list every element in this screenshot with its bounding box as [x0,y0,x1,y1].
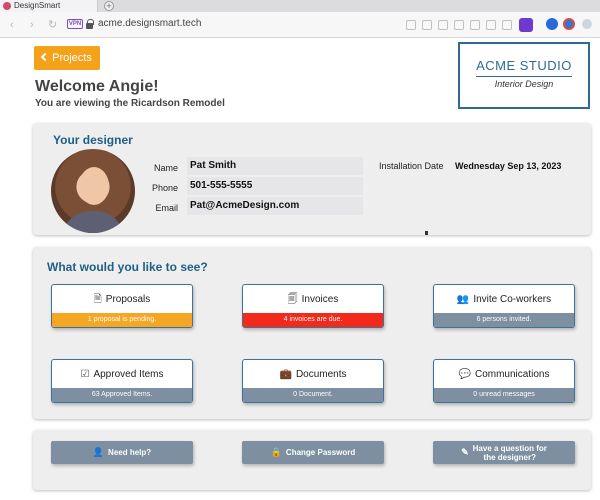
invoices-tile[interactable]: 🗐 Invoices 4 invoices are due. [242,284,384,328]
download-icon[interactable] [486,20,496,30]
welcome-heading: Welcome Angie! [35,78,159,95]
need-help-label: Need help? [108,448,152,457]
mouse-cursor [425,231,428,235]
back-icon[interactable]: ‹ [10,18,14,32]
invoice-icon: 🗐 [287,294,298,305]
company-logo: ACME STUDIO Interior Design [458,42,590,109]
tile-label: Communications [474,369,550,380]
phone-label: Phone [151,183,178,193]
extension-red-icon[interactable] [563,18,575,30]
reload-icon[interactable]: ↻ [48,18,57,32]
tile-label: Invoices [301,294,339,305]
browser-tab-bar: DesignSmart + [0,0,600,12]
extension-blue-icon[interactable] [546,18,558,30]
users-icon: 👥 [456,294,470,305]
extension-grid-icon[interactable] [582,19,592,29]
question-designer-button[interactable]: ✎ Have a question for the designer? [433,441,575,464]
communications-tile[interactable]: 💬 Communications 0 unread messages [433,359,575,403]
designer-email[interactable]: Pat@AcmeDesign.com [187,197,363,215]
logo-sub-text: Interior Design [494,79,554,89]
approved-items-status: 63 Approved Items. [52,388,192,402]
tile-label: Invite Co-workers [473,294,552,305]
browser-tab[interactable]: DesignSmart [0,0,98,12]
heart-icon[interactable] [470,20,480,30]
help-card: 👤 Need help? 🔒 Change Password ✎ Have a qu… [33,430,591,490]
tile-label: Approved Items [93,369,164,380]
documents-status: 0 Document. [243,388,383,402]
play-icon[interactable] [454,20,464,30]
user-help-icon: 👤 [92,447,105,457]
options-title: What would you like to see? [47,260,208,274]
chevron-left-icon [40,52,50,62]
lock-icon: 🔒 [270,447,282,457]
approved-items-tile[interactable]: ☑ Approved Items 63 Approved Items. [51,359,193,403]
lock-icon[interactable] [86,19,94,29]
chat-icon: 💬 [458,369,471,380]
designer-phone: 501-555-5555 [187,177,363,195]
project-subtitle: You are viewing the Ricardson Remodel [35,98,225,109]
camera-icon[interactable] [422,20,432,30]
documents-tile[interactable]: 💼 Documents 0 Document. [242,359,384,403]
proposals-status: 1 proposal is pending. [52,313,192,327]
question-line-1: Have a question for [472,443,547,453]
invite-coworkers-status: 6 persons invited. [434,313,574,327]
invoices-status: 4 invoices are due. [243,313,383,327]
new-tab-button[interactable]: + [104,1,114,11]
logo-main-text: ACME STUDIO [476,58,572,73]
document-icon: 🗎 [93,294,102,305]
options-card: What would you like to see? 🗎 Proposals 1… [33,247,591,419]
avatar-face [79,167,109,205]
checklist-icon: ☑ [80,369,90,380]
proposals-tile[interactable]: 🗎 Proposals 1 proposal is pending. [51,284,193,328]
url-field[interactable]: acme.designsmart.tech [98,18,201,29]
extension-purple-icon[interactable] [519,18,533,32]
share-icon[interactable] [406,20,416,30]
installation-date-label: Installation Date [379,161,444,171]
forward-icon[interactable]: › [30,18,34,32]
settings-icon[interactable] [502,20,512,30]
vpn-badge[interactable]: VPN [67,19,83,29]
tab-title: DesignSmart [14,1,61,10]
change-password-label: Change Password [285,448,356,457]
communications-status: 0 unread messages [434,388,574,402]
briefcase-icon: 💼 [279,369,292,380]
address-bar: ‹ › ↻ VPN acme.designsmart.tech [0,12,600,38]
tile-label: Proposals [105,294,151,305]
projects-label: Projects [52,52,92,64]
tile-label: Documents [295,369,347,380]
invite-coworkers-tile[interactable]: 👥 Invite Co-workers 6 persons invited. [433,284,575,328]
designer-title: Your designer [53,133,133,147]
site-favicon-icon [3,2,11,10]
installation-date-value: Wednesday Sep 13, 2023 [455,161,562,171]
pencil-icon: ✎ [461,447,469,457]
designer-card: Your designer Name Pat Smith Phone 501-5… [33,123,591,235]
projects-button[interactable]: Projects [34,46,100,70]
grid-icon[interactable] [438,20,448,30]
name-label: Name [153,163,178,173]
page-content: Projects Welcome Angie! You are viewing … [0,38,600,500]
need-help-button[interactable]: 👤 Need help? [51,441,193,464]
logo-divider [476,76,572,77]
designer-name: Pat Smith [187,157,363,175]
question-line-2: the designer? [483,452,536,462]
change-password-button[interactable]: 🔒 Change Password [242,441,384,464]
avatar-shirt [61,211,125,233]
email-label: Email [155,203,178,213]
